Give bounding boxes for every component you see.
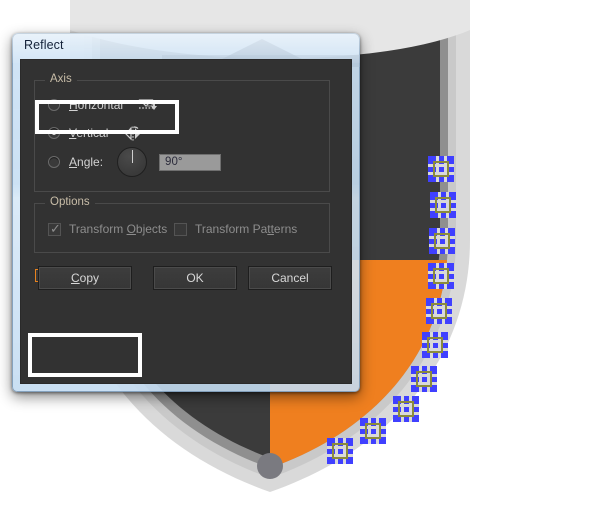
radio-label-horizontal-rest: orizontal bbox=[77, 98, 124, 112]
radio-label-vertical-rest: ertical bbox=[76, 126, 109, 140]
cancel-button[interactable]: Cancel bbox=[248, 266, 332, 290]
radio-label-angle-rest: ngle: bbox=[77, 155, 104, 169]
label-transform: Transform bbox=[69, 222, 127, 236]
reflect-dialog: Reflect Axis Horizontal Vertical Angle: … bbox=[12, 33, 360, 392]
axis-group-legend: Axis bbox=[45, 73, 77, 85]
radio-row-horizontal[interactable]: Horizontal bbox=[48, 95, 159, 115]
dialog-title: Reflect bbox=[24, 38, 64, 52]
angle-dial[interactable] bbox=[117, 147, 148, 177]
label-transform-2: Transform Pa bbox=[195, 222, 268, 236]
ok-button[interactable]: OK bbox=[153, 266, 237, 290]
radio-horizontal[interactable] bbox=[48, 99, 60, 111]
anchor-point bbox=[257, 453, 283, 479]
flip-horizontal-icon bbox=[138, 98, 158, 110]
flip-vertical-icon bbox=[125, 125, 141, 140]
checkbox-row-transform-objects[interactable]: ✓ Transform Objects bbox=[48, 220, 167, 238]
screen: Reflect Axis Horizontal Vertical Angle: … bbox=[0, 0, 600, 524]
checkbox-transform-objects[interactable]: ✓ bbox=[48, 220, 61, 236]
accel-c: C bbox=[70, 271, 80, 285]
radio-angle[interactable] bbox=[48, 156, 60, 168]
copy-button[interactable]: Copy bbox=[38, 266, 132, 290]
radio-row-angle[interactable]: Angle: bbox=[48, 147, 222, 177]
accel-a: A bbox=[69, 155, 78, 169]
checkbox-label-transform-patterns: Transform Patterns bbox=[195, 222, 297, 236]
checkbox-transform-patterns[interactable] bbox=[174, 222, 187, 236]
label-patterns-rest: erns bbox=[273, 222, 298, 236]
checkbox-label-transform-objects: Transform Objects bbox=[69, 222, 167, 236]
radio-label-vertical: Vertical bbox=[69, 126, 108, 140]
accel-o: O bbox=[126, 222, 136, 236]
radio-row-vertical[interactable]: Vertical bbox=[48, 123, 144, 143]
accel-tt: tt bbox=[267, 222, 274, 236]
options-group-legend: Options bbox=[45, 196, 95, 208]
copy-button-rest: opy bbox=[79, 271, 100, 285]
check-glyph: ✓ bbox=[50, 220, 61, 236]
dialog-titlebar[interactable]: Reflect bbox=[12, 33, 360, 59]
radio-label-angle: Angle: bbox=[69, 155, 103, 169]
radio-label-horizontal: Horizontal bbox=[69, 98, 123, 112]
radio-vertical[interactable] bbox=[48, 127, 60, 139]
accel-h: H bbox=[69, 98, 78, 112]
dialog-body: Axis Horizontal Vertical Angle: 90° Opti… bbox=[20, 59, 352, 384]
checkbox-row-transform-patterns[interactable]: Transform Patterns bbox=[174, 220, 297, 238]
angle-input[interactable] bbox=[159, 153, 222, 171]
label-objects-rest: bjects bbox=[135, 222, 168, 236]
